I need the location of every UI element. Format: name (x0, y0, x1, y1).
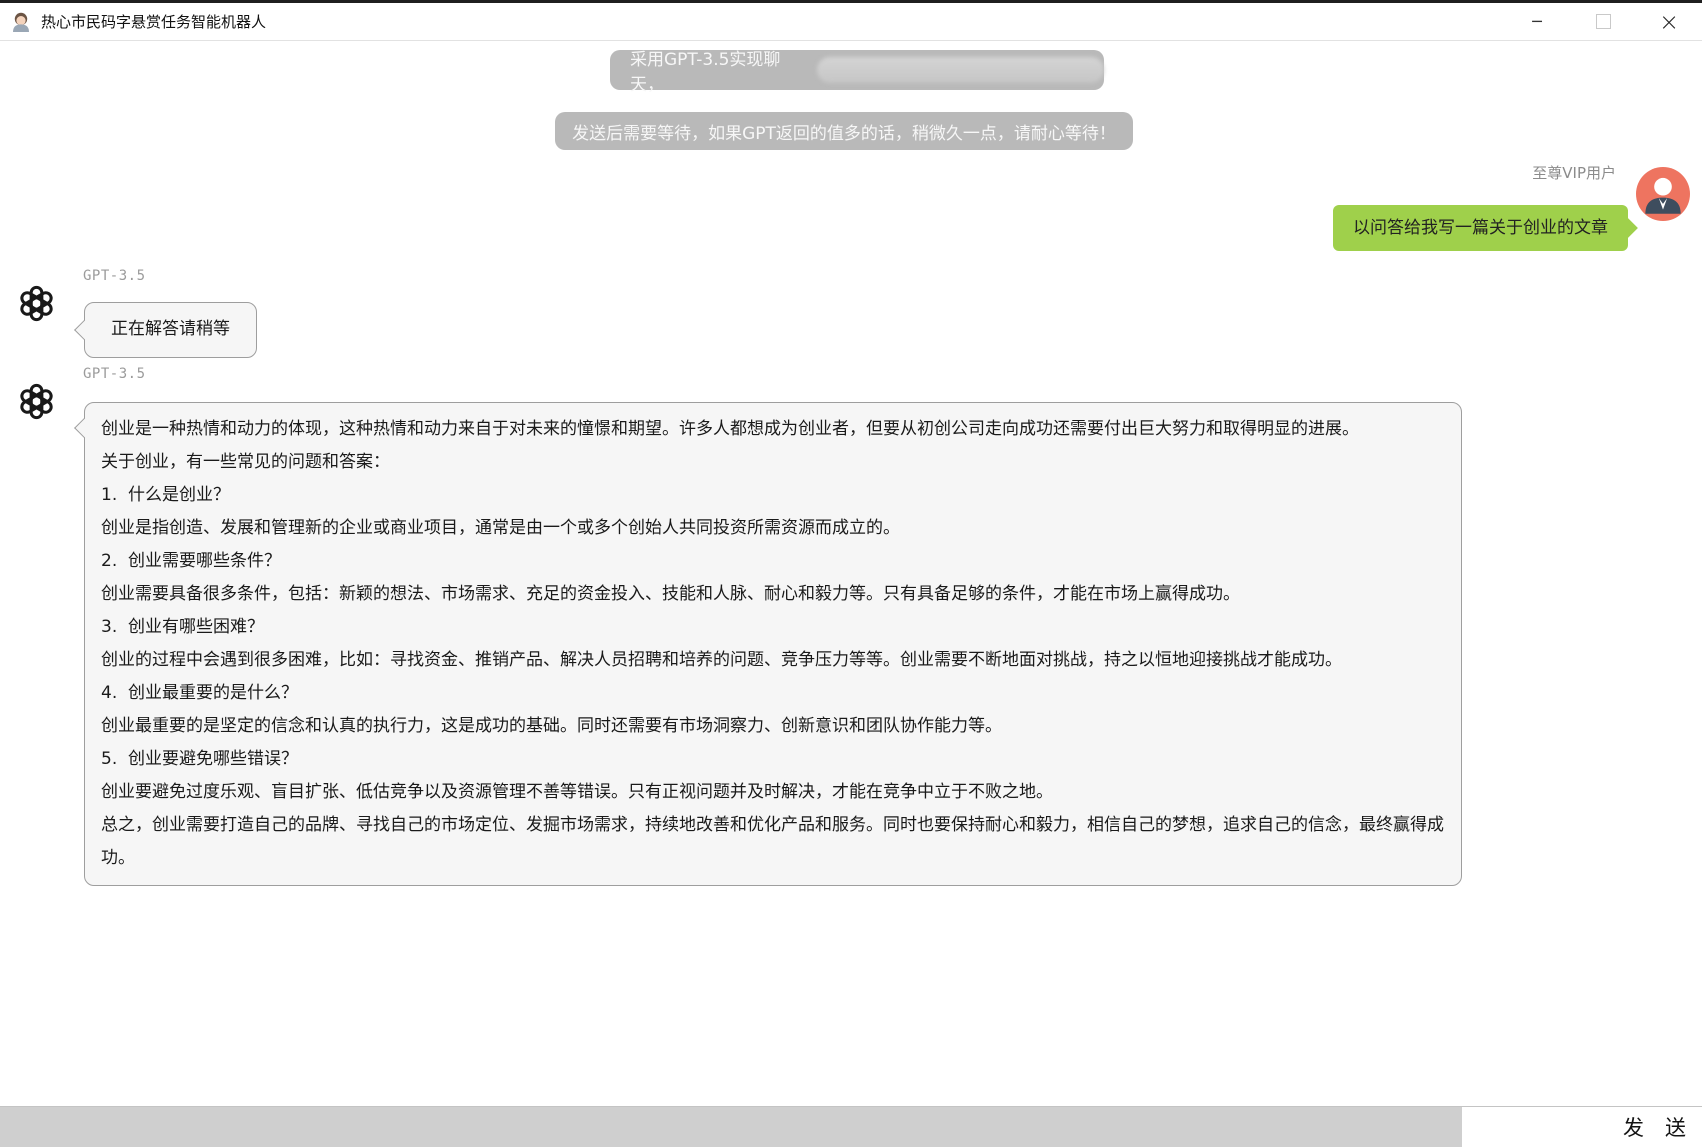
notice-text: 发送后需要等待，如果GPT返回的值多的话，稍微久一点，请耐心等待！ (572, 119, 1116, 144)
answer-line: 创业需要具备很多条件，包括：新颖的想法、市场需求、充足的资金投入、技能和人脉、耐… (101, 578, 1445, 611)
close-button[interactable]: × (1636, 3, 1702, 40)
message-input[interactable] (0, 1107, 1462, 1147)
send-button-label: 发 送 (1623, 1112, 1686, 1142)
system-notice-chat-engine: 采用GPT-3.5实现聊天， (610, 50, 1104, 90)
composer-bar: 发 送 (0, 1106, 1702, 1147)
notice-text: 采用GPT-3.5实现聊天， (630, 45, 811, 95)
maximize-icon (1596, 14, 1611, 29)
minimize-icon: ─ (1532, 14, 1542, 30)
answer-line: 4. 创业最重要的是什么？ (101, 677, 1445, 710)
answer-line: 创业要避免过度乐观、盲目扩张、低估竞争以及资源管理不善等错误。只有正视问题并及时… (101, 776, 1445, 809)
user-message-text: 以问答给我写一篇关于创业的文章 (1353, 218, 1608, 238)
close-icon: × (1659, 10, 1679, 34)
send-button[interactable]: 发 送 (1462, 1107, 1702, 1147)
app-icon (10, 11, 32, 33)
bot-name-label: GPT-3.5 (83, 268, 146, 284)
window-controls: ─ × (1504, 3, 1702, 40)
window-title: 热心市民码字悬赏任务智能机器人 (41, 11, 266, 32)
user-vip-badge: 至尊VIP用户 (1532, 162, 1616, 183)
answer-line: 关于创业，有一些常见的问题和答案： (101, 446, 1445, 479)
answer-line: 创业的过程中会遇到很多困难，比如：寻找资金、推销产品、解决人员招聘和培养的问题、… (101, 644, 1445, 677)
maximize-button[interactable] (1570, 3, 1636, 40)
bot-status-text: 正在解答请稍等 (111, 319, 230, 339)
openai-logo-icon (17, 284, 56, 323)
user-avatar (1636, 167, 1690, 221)
answer-line: 创业最重要的是坚定的信念和认真的执行力，这是成功的基础。同时还需要有市场洞察力、… (101, 710, 1445, 743)
bubble-tail (74, 320, 94, 340)
bot-status-bubble: 正在解答请稍等 (84, 302, 257, 358)
openai-logo-icon (17, 382, 56, 421)
answer-line: 创业是一种热情和动力的体现，这种热情和动力来自于对未来的憧憬和期望。许多人都想成… (101, 413, 1445, 446)
bot-name-label: GPT-3.5 (83, 366, 146, 382)
answer-line: 总之，创业需要打造自己的品牌、寻找自己的市场定位、发掘市场需求，持续地改善和优化… (101, 809, 1445, 875)
answer-line: 1. 什么是创业？ (101, 479, 1445, 512)
user-message-bubble: 以问答给我写一篇关于创业的文章 (1333, 205, 1628, 251)
bubble-tail (1618, 218, 1638, 238)
title-bar: 热心市民码字悬赏任务智能机器人 ─ × (0, 3, 1702, 41)
bubble-tail (74, 418, 94, 438)
system-notice-wait-hint: 发送后需要等待，如果GPT返回的值多的话，稍微久一点，请耐心等待！ (555, 112, 1133, 150)
answer-line: 5. 创业要避免哪些错误？ (101, 743, 1445, 776)
answer-line: 3. 创业有哪些困难？ (101, 611, 1445, 644)
answer-line: 创业是指创造、发展和管理新的企业或商业项目，通常是由一个或多个创始人共同投资所需… (101, 512, 1445, 545)
answer-line: 2. 创业需要哪些条件？ (101, 545, 1445, 578)
minimize-button[interactable]: ─ (1504, 3, 1570, 40)
redacted-blur-region (817, 57, 1104, 83)
bot-answer-bubble: 创业是一种热情和动力的体现，这种热情和动力来自于对未来的憧憬和期望。许多人都想成… (84, 402, 1462, 886)
